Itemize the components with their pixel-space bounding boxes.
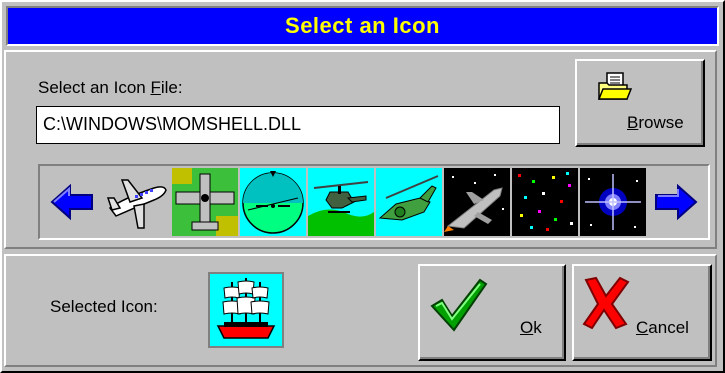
helicopter-icon[interactable] — [308, 168, 374, 236]
sailing-ship-icon — [208, 272, 284, 348]
gunship-icon[interactable] — [376, 168, 442, 236]
checkmark-icon — [430, 278, 488, 332]
dialog-title: Select an Icon — [285, 13, 440, 38]
icon-strip — [38, 164, 710, 240]
browse-button[interactable]: Browse — [575, 59, 705, 147]
title-bar: Select an Icon — [6, 6, 719, 46]
icon-file-label: Select an Icon File: — [38, 78, 183, 97]
airplane-icon[interactable] — [104, 168, 170, 236]
folder-open-icon — [597, 72, 633, 100]
icon-file-input[interactable]: C:\WINDOWS\MOMSHELL.DLL — [36, 106, 560, 144]
attitude-indicator-icon[interactable] — [240, 168, 306, 236]
ok-button-label: Ok — [520, 318, 542, 337]
jet-fighter-icon[interactable] — [444, 168, 510, 236]
scroll-left-arrow-icon[interactable] — [42, 166, 102, 238]
scroll-right-arrow-icon[interactable] — [646, 166, 706, 238]
cancel-button-label: Cancel — [636, 318, 689, 337]
cancel-x-icon — [582, 276, 630, 330]
ok-button[interactable]: Ok — [418, 264, 566, 361]
selected-icon-label: Selected Icon: — [50, 297, 158, 316]
starfield-icon[interactable] — [512, 168, 578, 236]
browse-button-label: Browse — [627, 113, 684, 132]
biplane-icon[interactable] — [172, 168, 238, 236]
cancel-button[interactable]: Cancel — [572, 264, 712, 361]
star-burst-icon[interactable] — [580, 168, 646, 236]
